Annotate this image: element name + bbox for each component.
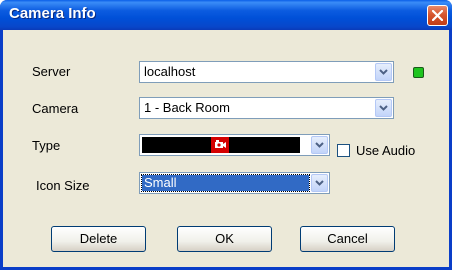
chevron-down-icon	[379, 69, 388, 75]
camera-icon	[211, 137, 229, 153]
type-value	[142, 137, 300, 153]
icon-size-dropdown-button[interactable]	[311, 174, 328, 192]
icon-size-label: Icon Size	[36, 178, 90, 193]
delete-button[interactable]: Delete	[51, 226, 146, 252]
ok-button[interactable]: OK	[177, 226, 272, 252]
server-value: localhost	[144, 64, 196, 79]
close-icon	[432, 10, 443, 21]
cancel-button[interactable]: Cancel	[300, 226, 395, 252]
server-dropdown-button[interactable]	[375, 63, 392, 81]
chevron-down-icon	[315, 142, 324, 148]
camera-select[interactable]: 1 - Back Room	[139, 97, 394, 119]
connection-status-indicator	[413, 67, 424, 78]
camera-dropdown-button[interactable]	[375, 99, 392, 117]
type-select[interactable]	[139, 134, 330, 156]
close-button[interactable]	[427, 5, 448, 26]
camera-info-dialog: Camera Info Server localhost Camera 1 - …	[0, 0, 452, 270]
icon-size-select[interactable]: Small	[139, 172, 330, 194]
use-audio-checkbox[interactable]	[337, 144, 350, 157]
use-audio-label[interactable]: Use Audio	[356, 143, 415, 158]
chevron-down-icon	[315, 180, 324, 186]
focus-outline	[141, 174, 310, 192]
type-label: Type	[32, 138, 61, 153]
type-dropdown-button[interactable]	[311, 136, 328, 154]
title-bar[interactable]: Camera Info	[0, 0, 452, 30]
chevron-down-icon	[379, 105, 388, 111]
camera-value: 1 - Back Room	[144, 100, 230, 115]
server-label: Server	[32, 64, 71, 79]
server-select[interactable]: localhost	[139, 61, 394, 83]
camera-label: Camera	[32, 101, 79, 116]
window-title: Camera Info	[9, 5, 96, 22]
